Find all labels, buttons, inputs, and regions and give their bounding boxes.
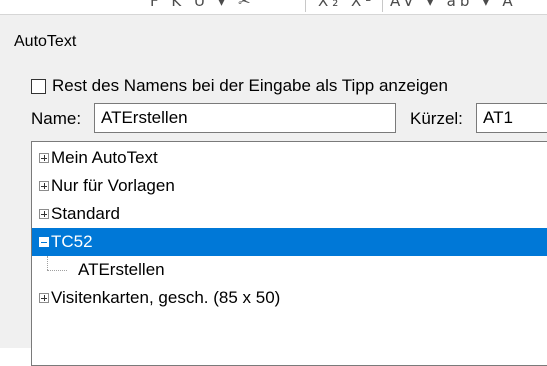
autotext-dialog: AutoText Rest des Namens bei der Eingabe… <box>0 14 547 366</box>
bold-italic-underline-icon[interactable]: F K U ▾ ✂ <box>150 0 255 10</box>
toolbar-separator <box>305 0 306 12</box>
tree-item-label: Standard <box>51 204 120 223</box>
tree-item-nur-fuer-vorlagen[interactable]: Nur für Vorlagen <box>32 172 547 200</box>
tree-item-label: TC52 <box>51 232 93 251</box>
autotext-tree[interactable]: Mein AutoText Nur für Vorlagen Standard … <box>31 141 547 366</box>
show-remainder-option[interactable]: Rest des Namens bei der Eingabe als Tipp… <box>31 75 448 97</box>
expand-plus-icon[interactable] <box>39 209 49 219</box>
tree-item-visitenkarten[interactable]: Visitenkarten, gesch. (85 x 50) <box>32 284 547 312</box>
dialog-title: AutoText <box>14 33 77 50</box>
name-field[interactable] <box>94 103 396 133</box>
expand-plus-icon[interactable] <box>39 153 49 163</box>
toolbar-strip: F K U ▾ ✂ X₂ X² AV ▾ ab ▾ A <box>0 0 547 14</box>
subscript-superscript-icon[interactable]: X₂ X² <box>318 0 375 10</box>
show-remainder-checkbox[interactable] <box>31 78 46 94</box>
shortcut-label: Kürzel: <box>410 109 463 128</box>
tree-item-standard[interactable]: Standard <box>32 200 547 228</box>
tree-item-aterstellen[interactable]: ATErstellen <box>32 256 547 284</box>
expand-plus-icon[interactable] <box>39 293 49 303</box>
tree-item-label: Visitenkarten, gesch. (85 x 50) <box>51 288 281 307</box>
tree-item-mein-autotext[interactable]: Mein AutoText <box>32 144 547 172</box>
tree-item-label: Mein AutoText <box>51 148 158 167</box>
show-remainder-label: Rest des Namens bei der Eingabe als Tipp… <box>52 76 448 95</box>
character-format-icon[interactable]: AV ▾ ab ▾ A <box>390 0 517 10</box>
collapse-minus-icon[interactable] <box>39 237 49 247</box>
expand-plus-icon[interactable] <box>39 181 49 191</box>
tree-item-tc52[interactable]: TC52 <box>32 228 547 256</box>
name-label: Name: <box>31 109 82 128</box>
shortcut-field[interactable] <box>476 103 547 133</box>
toolbar-separator <box>382 0 383 12</box>
tree-item-label: ATErstellen <box>78 260 165 279</box>
tree-item-label: Nur für Vorlagen <box>51 176 175 195</box>
